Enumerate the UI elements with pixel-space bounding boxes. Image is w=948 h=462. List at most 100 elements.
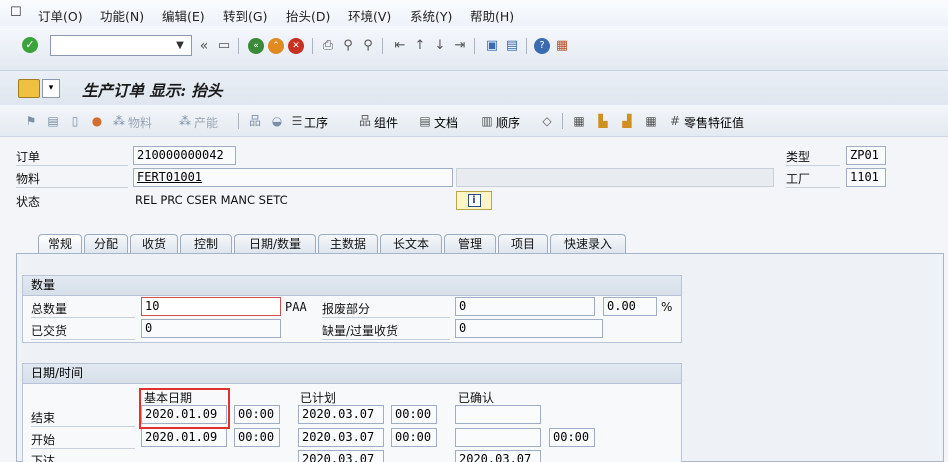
tab-dates-quantities[interactable]: 日期/数量	[234, 234, 316, 254]
find-icon[interactable]: ⚲	[340, 38, 356, 54]
tab-general[interactable]: 常规	[38, 234, 82, 254]
components-icon[interactable]: 品	[358, 114, 372, 128]
services-dropdown-icon[interactable]: ▾	[42, 79, 60, 98]
components-button[interactable]: 组件	[374, 114, 398, 131]
material-field[interactable]: FERT01001	[133, 168, 453, 187]
start-confirmed-time-field[interactable]: 00:00	[549, 428, 595, 447]
tab-project[interactable]: 项目	[498, 234, 548, 254]
tab-control[interactable]: 控制	[180, 234, 232, 254]
sequences-icon[interactable]: ▥	[480, 114, 494, 128]
last-page-icon[interactable]: ⇥	[452, 38, 468, 54]
order-label: 订单	[16, 148, 128, 166]
end-basic-time-field[interactable]: 00:00	[234, 405, 280, 424]
menu-goto[interactable]: 转到(G)	[223, 6, 267, 25]
next-page-icon[interactable]: ↓	[432, 38, 448, 54]
table-icon[interactable]: ▦	[572, 114, 586, 128]
enter-checkmark-icon[interactable]: ✓	[22, 37, 38, 53]
layout-menu-icon[interactable]: ▦	[554, 38, 570, 54]
help-icon[interactable]: ?	[534, 38, 550, 54]
menu-edit[interactable]: 编辑(E)	[162, 6, 205, 25]
documents-icon[interactable]: ▤	[418, 114, 432, 128]
total-quantity-label: 总数量	[31, 300, 135, 318]
print-icon[interactable]: ⎙	[320, 38, 336, 54]
quantities-group-title: 数量	[23, 276, 681, 296]
end-planned-time-field[interactable]: 00:00	[391, 405, 437, 424]
menu-window-icon[interactable]: ☐	[10, 5, 26, 20]
previous-page-icon[interactable]: ↑	[412, 38, 428, 54]
end-planned-date-field[interactable]: 2020.03.07	[298, 405, 384, 424]
tab-master-data[interactable]: 主数据	[318, 234, 378, 254]
characteristics-icon[interactable]: #	[668, 114, 682, 128]
capacity-button[interactable]: 产能	[194, 114, 218, 131]
documents-button[interactable]: 文档	[434, 114, 458, 131]
material-label: 物料	[16, 170, 128, 188]
start-planned-time-field[interactable]: 00:00	[391, 428, 437, 447]
document-icon[interactable]: ▯	[68, 114, 82, 128]
scrap-label: 报废部分	[322, 300, 450, 318]
application-toolbar: ⚑ ▤ ▯ ● ⁂ 物料 ⁂ 产能 品 ◒ ☰ 工序 品 组件 ▤ 文档 ▥ 顺…	[0, 105, 948, 137]
command-dropdown-icon[interactable]: ▼	[170, 36, 190, 55]
first-page-icon[interactable]: ⇤	[392, 38, 408, 54]
routing-icon[interactable]: ◒	[270, 114, 284, 128]
tab-administration[interactable]: 管理	[444, 234, 496, 254]
tab-long-text[interactable]: 长文本	[380, 234, 442, 254]
end-label: 结束	[31, 409, 135, 427]
start-basic-date-field[interactable]: 2020.01.09	[141, 428, 227, 447]
start-basic-time-field[interactable]: 00:00	[234, 428, 280, 447]
toolbar-separator	[238, 38, 239, 54]
tree-icon[interactable]: ▙	[596, 114, 610, 128]
order-field[interactable]: 210000000042	[133, 146, 236, 165]
operations-icon[interactable]: ☰	[290, 114, 304, 128]
materials-button[interactable]: 物料	[128, 114, 152, 131]
hierarchy-icon[interactable]: 品	[248, 114, 262, 128]
exit-icon[interactable]: ⌃	[268, 38, 284, 54]
plant-field[interactable]: 1101	[846, 168, 886, 187]
toolbar-separator	[474, 38, 475, 54]
highlight-annotation-box	[139, 388, 230, 429]
start-planned-date-field[interactable]: 2020.03.07	[298, 428, 384, 447]
materials-icon[interactable]: ⁂	[112, 114, 126, 128]
status-info-button[interactable]: i	[456, 191, 492, 210]
shortage-field[interactable]: 0	[455, 319, 603, 338]
capacity-icon[interactable]: ⁂	[178, 114, 192, 128]
menu-help[interactable]: 帮助(H)	[470, 6, 514, 25]
save-icon[interactable]: ▭	[216, 38, 232, 54]
flag-icon[interactable]: ⚑	[24, 114, 38, 128]
release-confirmed-date-field[interactable]: 2020.03.07	[455, 450, 541, 462]
percent-sign: %	[661, 300, 673, 314]
sequences-button[interactable]: 顺序	[496, 114, 520, 131]
find-next-icon[interactable]: ⚲	[360, 38, 376, 54]
operations-button[interactable]: 工序	[304, 114, 328, 131]
end-confirmed-date-field[interactable]	[455, 405, 541, 424]
shortcut-icon[interactable]: ▤	[504, 38, 520, 54]
menu-function[interactable]: 功能(N)	[100, 6, 144, 25]
services-for-object-icon[interactable]	[18, 79, 40, 98]
menu-header[interactable]: 抬头(D)	[286, 6, 330, 25]
back-icon[interactable]: «	[248, 38, 264, 54]
tab-assignment[interactable]: 分配	[84, 234, 128, 254]
menu-system[interactable]: 系统(Y)	[410, 6, 452, 25]
scrap-percent-field[interactable]: 0.00	[603, 297, 657, 316]
status-icon[interactable]: ●	[90, 114, 104, 128]
total-quantity-field[interactable]: 10	[141, 297, 281, 316]
bars-icon[interactable]: ▟	[620, 114, 634, 128]
check-icon[interactable]: ◇	[540, 114, 554, 128]
order-type-field[interactable]: ZP01	[846, 146, 886, 165]
cancel-icon[interactable]: ✕	[288, 38, 304, 54]
grid-icon[interactable]: ▦	[644, 114, 658, 128]
planned-header: 已计划	[300, 391, 337, 405]
menu-bar: ☐ 订单(O) 功能(N) 编辑(E) 转到(G) 抬头(D) 环境(V) 系统…	[0, 0, 948, 26]
release-planned-date-field[interactable]: 2020.03.07	[298, 450, 384, 462]
tab-goods-receipt[interactable]: 收货	[130, 234, 178, 254]
tab-quick-entry[interactable]: 快速录入	[550, 234, 626, 254]
scrap-field[interactable]: 0	[455, 297, 595, 316]
menu-order[interactable]: 订单(O)	[38, 6, 83, 25]
back-arrows-icon[interactable]: «	[196, 38, 212, 54]
retail-characteristics-button[interactable]: 零售特征值	[684, 114, 744, 131]
menu-environment[interactable]: 环境(V)	[348, 6, 391, 25]
start-confirmed-date-field[interactable]	[455, 428, 541, 447]
detail-icon[interactable]: ▤	[46, 114, 60, 128]
delivered-field[interactable]: 0	[141, 319, 281, 338]
title-bar: ▾ 生产订单 显示: 抬头	[0, 71, 948, 105]
new-session-icon[interactable]: ▣	[484, 38, 500, 54]
